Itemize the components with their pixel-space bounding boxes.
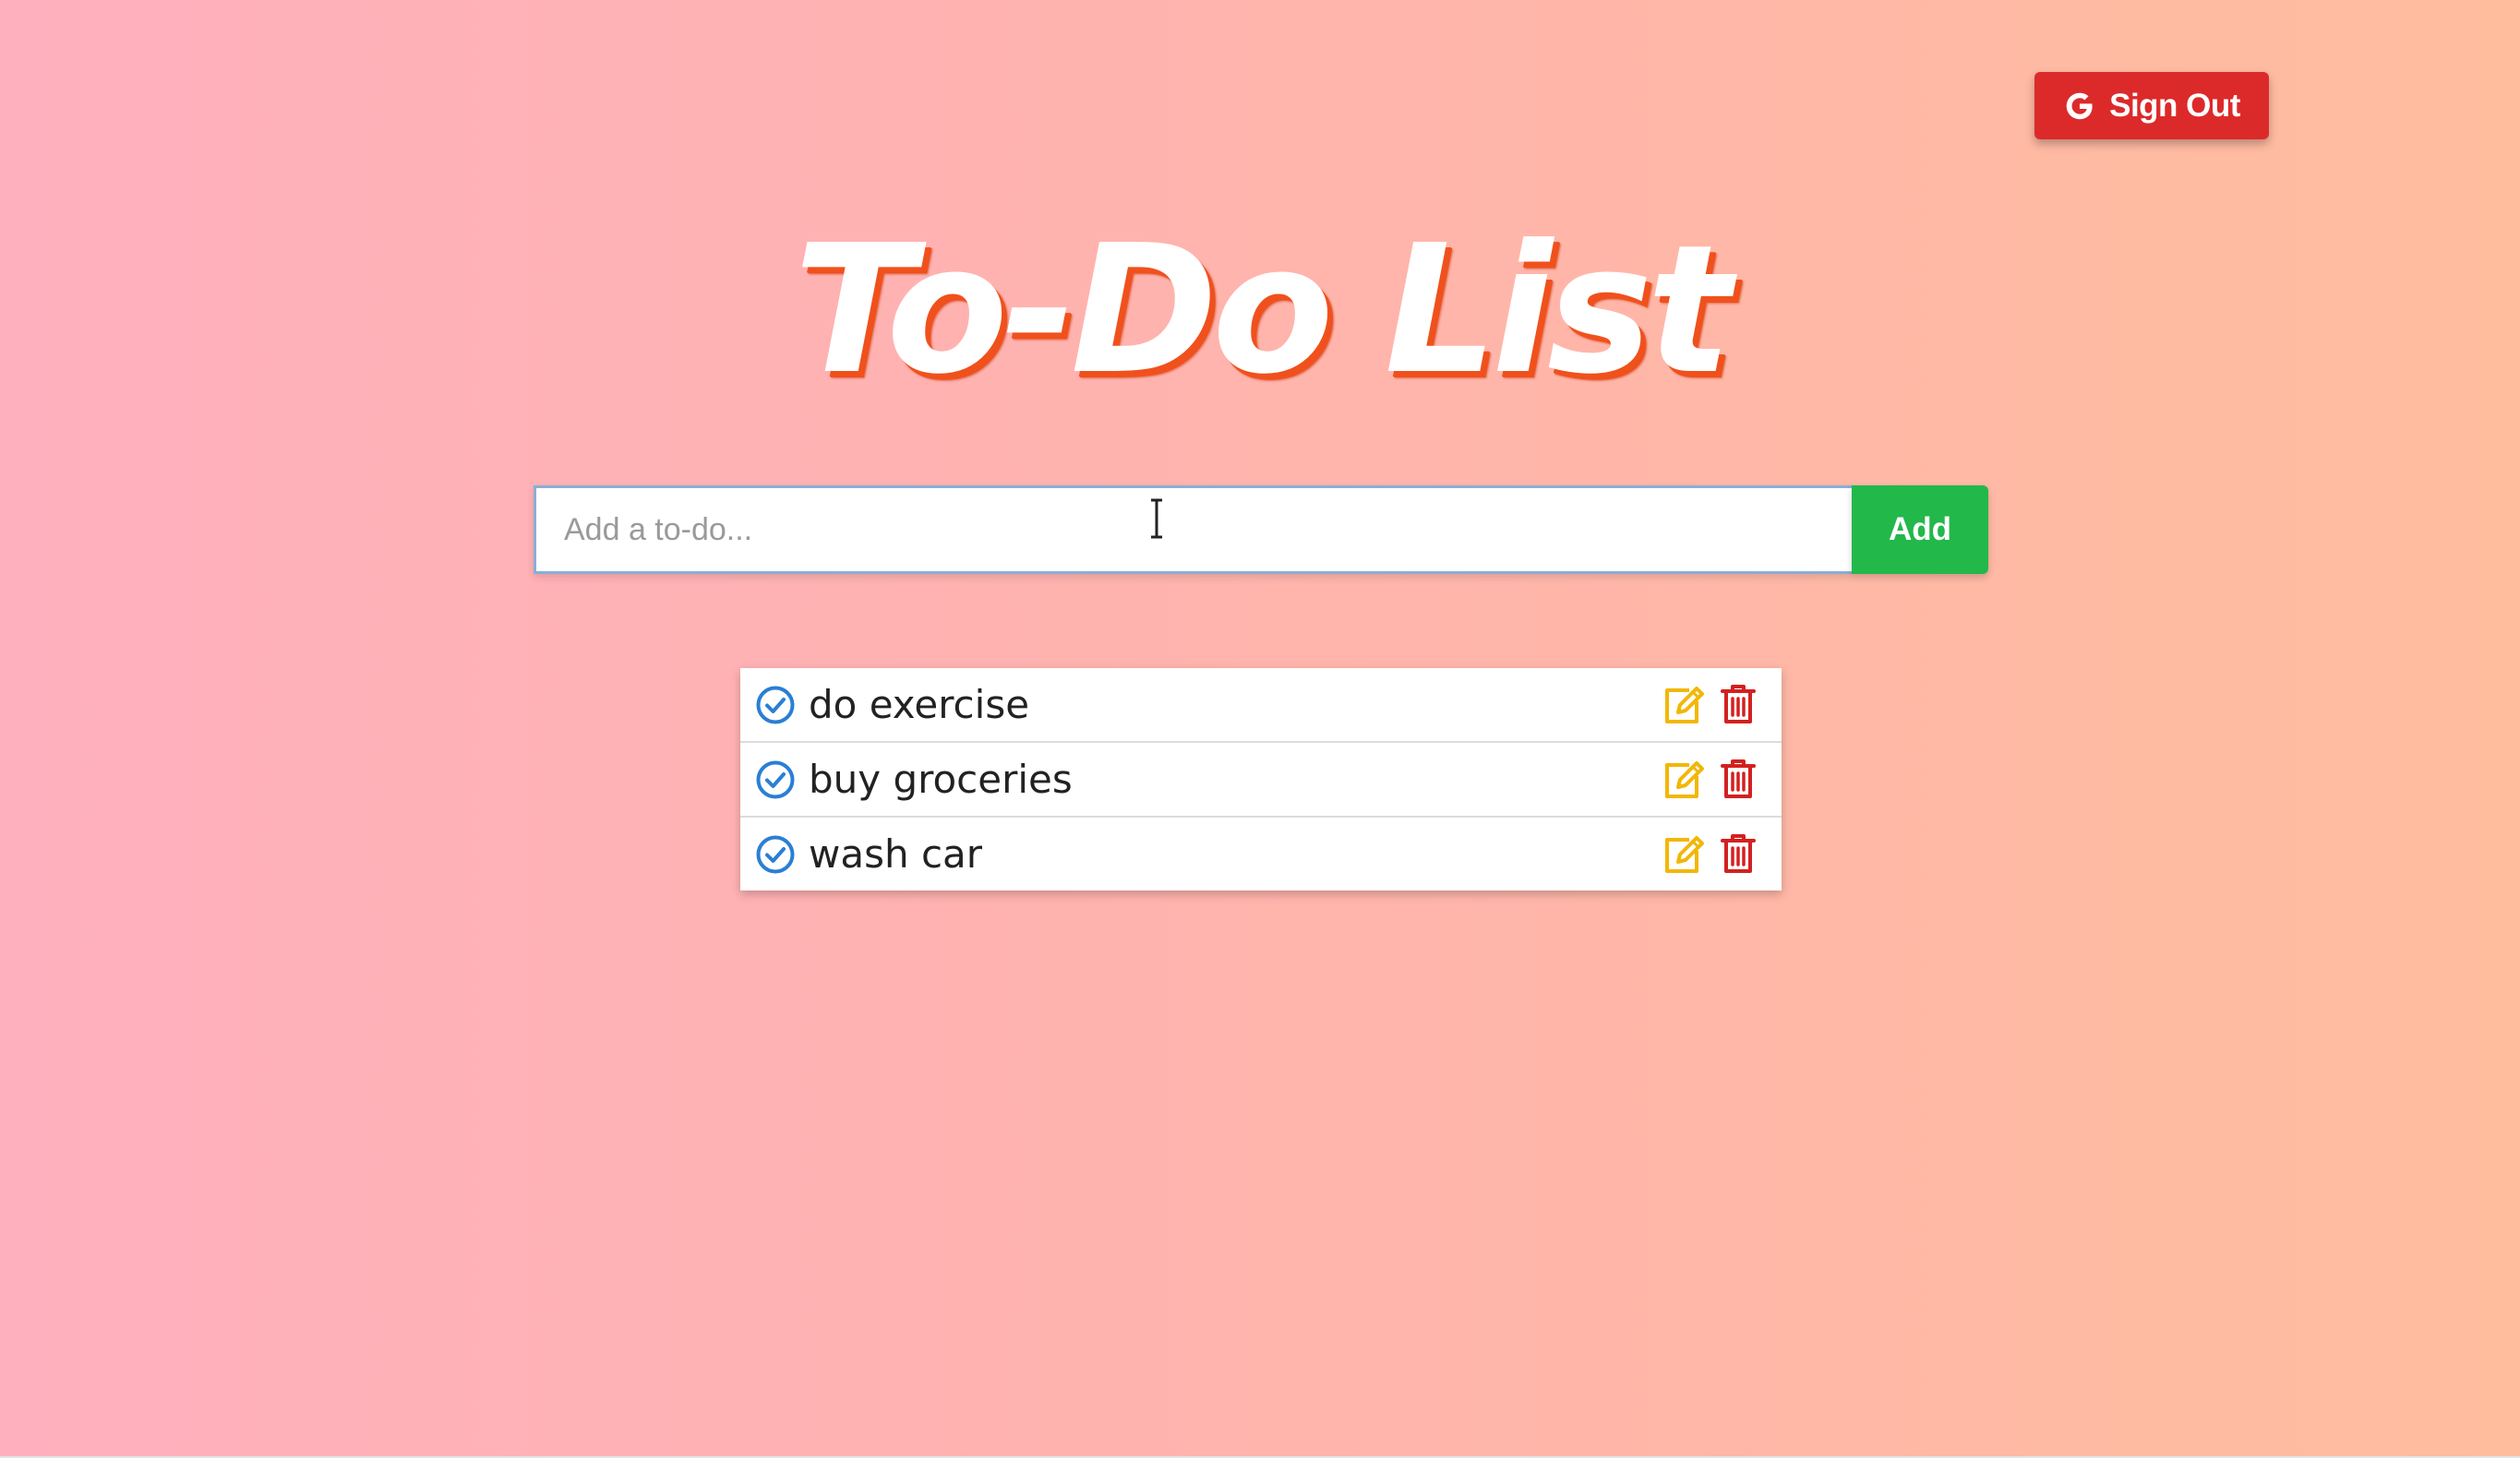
todo-text: do exercise xyxy=(809,682,1030,727)
trash-icon[interactable] xyxy=(1721,832,1756,875)
page-title: To-Do List xyxy=(793,208,1732,413)
check-circle-icon[interactable] xyxy=(756,760,795,799)
todo-list: do exercise buy groceries wash car xyxy=(740,668,1782,890)
sign-out-label: Sign Out xyxy=(2109,87,2240,124)
edit-icon[interactable] xyxy=(1662,834,1706,877)
todo-text: buy groceries xyxy=(809,757,1073,802)
text-cursor-icon xyxy=(1151,498,1162,539)
check-circle-icon[interactable] xyxy=(756,686,795,724)
todo-item: buy groceries xyxy=(740,743,1782,818)
todo-item: do exercise xyxy=(740,668,1782,743)
edit-icon[interactable] xyxy=(1662,759,1706,802)
add-button[interactable]: Add xyxy=(1852,485,1988,574)
todo-input[interactable] xyxy=(534,485,1852,574)
check-circle-icon[interactable] xyxy=(756,835,795,874)
todo-item: wash car xyxy=(740,818,1782,890)
sign-out-button[interactable]: Sign Out xyxy=(2034,72,2269,139)
todo-text: wash car xyxy=(809,831,983,877)
add-todo-form: Add xyxy=(534,485,1988,574)
trash-icon[interactable] xyxy=(1721,683,1756,725)
trash-icon[interactable] xyxy=(1721,758,1756,800)
google-icon xyxy=(2066,92,2093,119)
edit-icon[interactable] xyxy=(1662,685,1706,727)
